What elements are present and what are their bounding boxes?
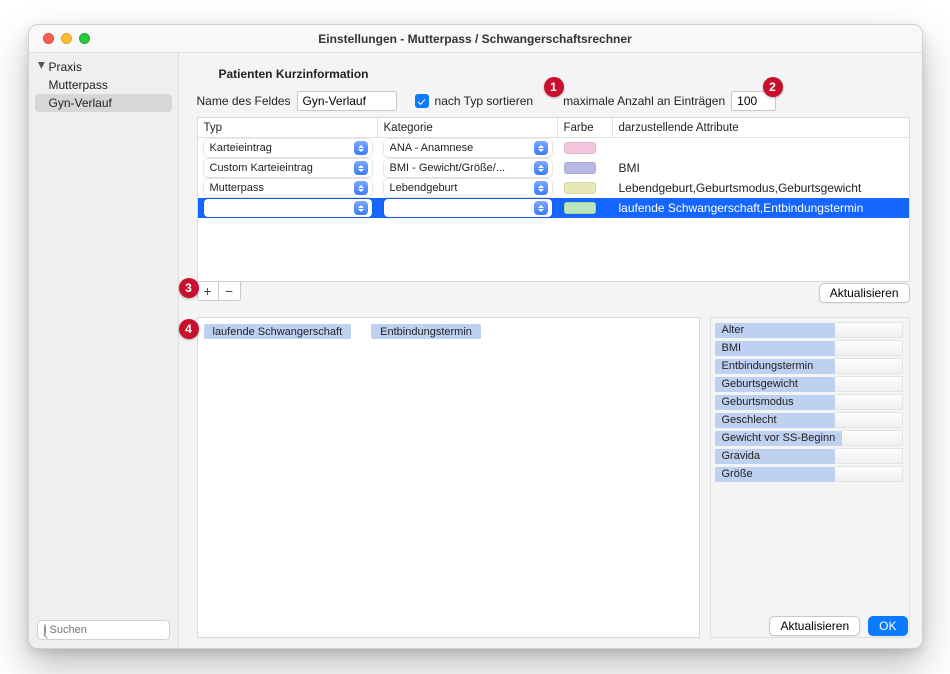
kategorie-popup[interactable]: ANA - Anamnese [384,139,552,157]
kategorie-popup[interactable]: Lebendgeburt [384,179,552,197]
th-farbe[interactable]: Farbe [558,118,613,137]
settings-window: Einstellungen - Mutterpass / Schwangersc… [28,24,923,649]
typ-popup[interactable]: Karteieintrag [204,139,372,157]
tree-root-label: Praxis [49,60,82,74]
attribute-chip[interactable]: Entbindungstermin [371,324,481,339]
table-header: Typ Kategorie Farbe darzustellende Attri… [198,118,909,138]
selected-attributes-pool[interactable]: laufende Schwangerschaft Entbindungstermi… [197,317,700,638]
field-name-label: Name des Feldes [197,94,291,108]
popup-knob-icon [354,201,368,215]
tree-item-label: Gyn-Verlauf [49,96,112,110]
available-attribute[interactable]: BMI [715,340,903,356]
table-row[interactable]: Mutterpass Lebendgeburt Lebendgeburt,Gebur… [198,178,909,198]
color-swatch[interactable] [564,202,596,214]
search-icon [44,624,46,636]
window-title: Einstellungen - Mutterpass / Schwangersc… [29,32,922,46]
typ-popup[interactable]: Mutterpass [204,179,372,197]
add-remove-controls: + − [197,281,241,301]
available-attribute[interactable]: Geburtsmodus [715,394,903,410]
table-body: KarteieintragANA - AnamneseCustom Kartei… [198,138,909,281]
chevron-down-icon: ▶ [37,62,47,72]
callout-2: 2 [763,77,783,97]
add-row-button[interactable]: + [197,281,219,301]
popup-knob-icon [534,181,548,195]
sort-by-type-label: nach Typ sortieren [435,94,534,108]
search-input[interactable] [50,624,192,636]
color-swatch[interactable] [564,162,596,174]
popup-knob-icon [534,141,548,155]
config-table: Typ Kategorie Farbe darzustellende Attri… [197,117,910,282]
callout-3: 3 [179,278,199,298]
sidebar-tree: ▶ Praxis Mutterpass Gyn-Verlauf [29,58,178,614]
kategorie-popup[interactable]: laufende Schwangers... [384,199,552,217]
popup-knob-icon [354,141,368,155]
table-row[interactable]: Karteieintrag ANA - Anamnese [198,138,909,158]
callout-1: 1 [544,77,564,97]
ok-button[interactable]: OK [868,616,907,636]
max-entries-label: maximale Anzahl an Einträgen [563,94,725,108]
attr-text: laufende Schwangerschaft,Entbindungsterm… [619,201,864,215]
tree-item-gyn-verlauf[interactable]: Gyn-Verlauf [35,94,172,112]
section-title: Patienten Kurzinformation [219,67,910,81]
available-attribute[interactable]: Entbindungstermin [715,358,903,374]
kategorie-popup[interactable]: BMI - Gewicht/Größe/... [384,159,552,177]
popup-knob-icon [534,201,548,215]
attr-text: Lebendgeburt,Geburtsmodus,Geburtsgewicht [619,181,862,195]
sidebar: ▶ Praxis Mutterpass Gyn-Verlauf [29,53,179,648]
refresh-table-button[interactable]: Aktualisieren [819,283,910,303]
popup-knob-icon [354,161,368,175]
color-swatch[interactable] [564,142,596,154]
th-attribute[interactable]: darzustellende Attribute [613,118,909,137]
sidebar-search[interactable] [37,620,170,640]
table-row[interactable]: Custom Karteieintrag BMI - Gewicht/Größe/… [198,158,909,178]
typ-popup[interactable]: Mutterpass [204,199,372,217]
tree-item-mutterpass[interactable]: Mutterpass [35,76,172,94]
available-attribute[interactable]: Gewicht vor SS-Beginn [715,430,903,446]
sort-by-type-checkbox[interactable] [415,94,429,108]
th-kategorie[interactable]: Kategorie [378,118,558,137]
attribute-chip[interactable]: laufende Schwangerschaft [204,324,352,339]
field-name-input[interactable] [297,91,397,111]
tree-root-praxis[interactable]: ▶ Praxis [35,58,172,76]
tree-item-label: Mutterpass [49,78,108,92]
titlebar: Einstellungen - Mutterpass / Schwangersc… [29,25,922,53]
typ-popup[interactable]: Custom Karteieintrag [204,159,372,177]
top-config-row: Name des Feldes nach Typ sortieren maxim… [197,91,910,111]
attr-text: BMI [619,161,640,175]
available-attribute[interactable]: Alter [715,322,903,338]
th-typ[interactable]: Typ [198,118,378,137]
available-attributes-list[interactable]: Alter BMI Entbindungstermin Geburtsgewicht G… [710,317,910,638]
callout-4: 4 [179,319,199,339]
available-attribute[interactable]: Gravida [715,448,903,464]
refresh-button[interactable]: Aktualisieren [769,616,860,636]
available-attribute[interactable]: Geschlecht [715,412,903,428]
main-panel: Patienten Kurzinformation Name des Felde… [179,53,922,648]
available-attribute[interactable]: Größe [715,466,903,482]
footer-buttons: Aktualisieren OK [769,616,907,636]
color-swatch[interactable] [564,182,596,194]
popup-knob-icon [354,181,368,195]
available-attribute[interactable]: Geburtsgewicht [715,376,903,392]
remove-row-button[interactable]: − [219,281,241,301]
table-row[interactable]: Mutterpass laufende Schwangers... laufende… [198,198,909,218]
popup-knob-icon [534,161,548,175]
